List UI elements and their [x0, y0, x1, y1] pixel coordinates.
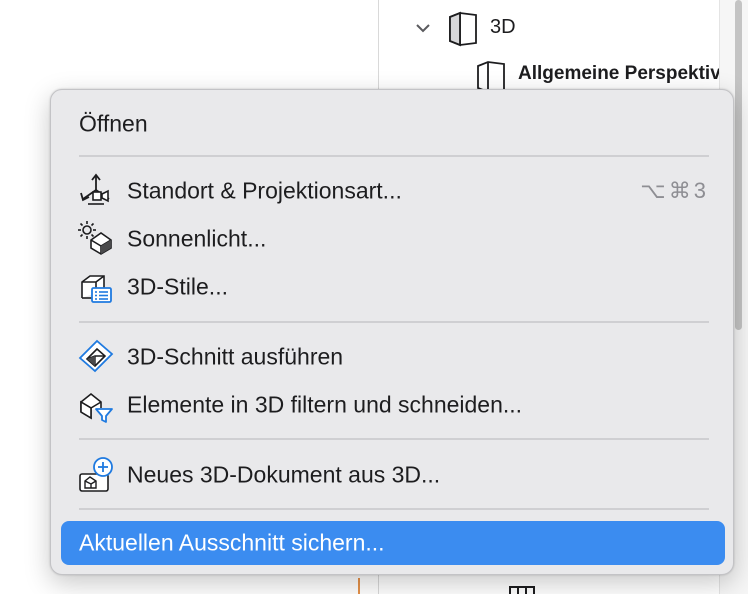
chevron-down-icon[interactable] — [414, 19, 432, 37]
marker-line — [358, 578, 360, 594]
camera-position-icon — [80, 173, 110, 205]
navigator-item-label[interactable]: Allgemeine Perspektive — [518, 63, 719, 85]
menu-item-label: Neues 3D-Dokument aus 3D... — [127, 461, 441, 488]
navigator-scrollbar[interactable] — [735, 0, 742, 330]
menu-item-3d-styles[interactable]: 3D-Stile... — [51, 265, 733, 309]
menu-item-open[interactable]: Öffnen — [51, 102, 733, 146]
menu-separator — [79, 321, 709, 323]
filter-cut-icon — [80, 392, 113, 423]
menu-separator — [79, 155, 709, 157]
navigator-folder-label[interactable]: 3D — [490, 16, 516, 39]
menu-item-label: Elemente in 3D filtern und schneiden... — [127, 391, 523, 418]
menu-item-label: Standort & Projektionsart... — [127, 177, 402, 204]
3d-folder-icon — [449, 11, 477, 47]
menu-item-sunlight[interactable]: Sonnenlicht... — [51, 217, 733, 261]
menu-item-location-projection[interactable]: Standort & Projektionsart... ⌥⌘3 — [51, 169, 733, 213]
3d-styles-icon — [81, 275, 112, 303]
context-menu: Öffnen Standort & Projektionsart... ⌥⌘3 — [50, 89, 734, 575]
menu-item-label: Aktuellen Ausschnitt sichern... — [79, 529, 385, 556]
new-3d-document-icon — [79, 457, 113, 492]
menu-separator — [79, 508, 709, 510]
sun-light-icon — [78, 221, 112, 255]
menu-separator — [79, 438, 709, 440]
grid-icon — [509, 586, 535, 594]
menu-item-3d-cutaway[interactable]: 3D-Schnitt ausführen — [51, 335, 733, 379]
menu-item-label: Sonnenlicht... — [127, 225, 267, 252]
menu-item-label: 3D-Schnitt ausführen — [127, 343, 344, 370]
menu-item-filter-cut[interactable]: Elemente in 3D filtern und schneiden... — [51, 383, 733, 427]
menu-item-label: 3D-Stile... — [127, 273, 228, 300]
menu-item-label: Öffnen — [79, 110, 148, 137]
3d-cutaway-icon — [78, 339, 114, 373]
keyboard-shortcut: ⌥⌘3 — [640, 178, 709, 203]
menu-item-save-view[interactable]: Aktuellen Ausschnitt sichern... — [61, 521, 725, 565]
menu-item-new-3d-document[interactable]: Neues 3D-Dokument aus 3D... — [51, 453, 733, 497]
